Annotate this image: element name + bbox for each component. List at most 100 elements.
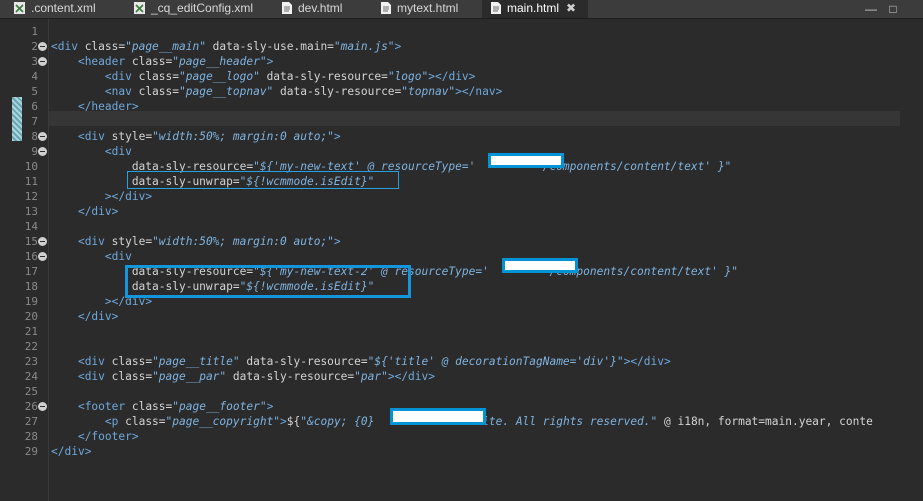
line-number: 27 [24,415,38,428]
code-text: <div style="width:50%; margin:0 auto;"> [77,130,341,143]
highlight-box [127,171,399,189]
line-number: 4 [31,70,38,83]
code-text: </div> [51,445,92,458]
redaction-box [488,153,564,168]
code-text: <div [104,145,132,158]
code-line[interactable]: 23 <div class="page__title" data-sly-res… [0,354,923,369]
line-number: 13 [24,205,38,218]
line-number: 21 [24,325,38,338]
line-number: 5 [31,85,38,98]
highlight-box [125,265,411,298]
code-line[interactable]: 24 <div class="page__par" data-sly-resou… [0,369,923,384]
editor-tab-bar: .content.xml _cq_editConfig.xml dev.html… [0,0,923,19]
html-file-icon [380,2,391,14]
redaction-box [502,258,578,273]
line-number: 8 [31,130,38,143]
code-text: <div class="page__title" data-sly-resour… [77,355,671,368]
line-number: 15 [24,235,38,248]
code-text: </header> [77,100,139,113]
line-number: 25 [24,385,38,398]
fold-toggle-icon[interactable] [38,402,47,411]
tab-cq-editconfig-xml[interactable]: _cq_editConfig.xml [134,0,268,18]
line-number: 3 [31,55,38,68]
line-number: 18 [24,280,38,293]
line-number: 1 [31,25,38,38]
tab-label: main.html [507,1,560,15]
code-line[interactable]: 12 ></div> [0,189,923,204]
line-number: 22 [24,340,38,353]
line-number: 11 [24,175,38,188]
code-text: </div> [77,310,119,323]
code-line[interactable]: 7 [0,114,923,129]
code-line[interactable]: 5 <nav class="page__topnav" data-sly-res… [0,84,923,99]
line-number: 16 [24,250,38,263]
code-line[interactable]: 21 [0,324,923,339]
code-text: <div class="page__par" data-sly-resource… [77,370,436,383]
code-line[interactable]: 29 </div> [0,444,923,459]
code-text: <div style="width:50%; margin:0 auto;"> [77,235,341,248]
tab-label: .content.xml [31,1,96,15]
tab-content-xml[interactable]: .content.xml [14,0,124,18]
fold-toggle-icon[interactable] [38,132,47,141]
tab-dev-html[interactable]: dev.html [281,0,371,18]
code-text: </div> [77,205,119,218]
fold-toggle-icon[interactable] [38,147,47,156]
line-number: 10 [24,160,38,173]
code-line[interactable]: 9 <div [0,144,923,159]
code-line[interactable]: 28 </footer> [0,429,923,444]
line-number: 29 [24,445,38,458]
line-number: 9 [31,145,38,158]
line-number: 14 [24,220,38,233]
redaction-box [390,408,486,425]
tab-mytext-html[interactable]: mytext.html [380,0,480,18]
fold-toggle-icon[interactable] [38,42,47,51]
html-file-icon [490,2,501,14]
code-text: </footer> [77,430,139,443]
line-number: 20 [24,310,38,323]
html-file-icon [281,2,292,14]
close-icon[interactable]: ✖ [566,1,576,15]
xml-file-icon [14,2,25,14]
minimize-button[interactable]: — [861,0,881,18]
fold-toggle-icon[interactable] [38,237,47,246]
code-line[interactable]: 20 </div> [0,309,923,324]
line-number: 12 [24,190,38,203]
code-text: <div [104,250,132,263]
code-line[interactable]: 1 [0,24,923,39]
line-number: 26 [24,400,38,413]
tab-label: _cq_editConfig.xml [151,1,254,15]
code-line[interactable]: 25 [0,384,923,399]
code-line[interactable]: 6 </header> [0,99,923,114]
code-text: ></div> [104,190,153,203]
code-line[interactable]: 16 <div [0,249,923,264]
code-line[interactable]: 2 <div class="page__main" data-sly-use.ma… [0,39,923,54]
code-line[interactable]: 15 <div style="width:50%; margin:0 auto;… [0,234,923,249]
fold-toggle-icon[interactable] [38,57,47,66]
maximize-button[interactable]: □ [883,0,903,18]
fold-toggle-icon[interactable] [38,252,47,261]
code-line[interactable]: 14 [0,219,923,234]
code-line[interactable]: 13 </div> [0,204,923,219]
code-line[interactable]: 22 [0,339,923,354]
code-line[interactable]: 3 <header class="page__header"> [0,54,923,69]
code-editor[interactable]: 1 2 <div class="page__main" data-sly-use.m… [0,19,923,501]
tab-label: dev.html [298,1,343,15]
code-text: <div class="page__main" data-sly-use.mai… [51,40,402,53]
line-number: 23 [24,355,38,368]
code-line[interactable]: 8 <div style="width:50%; margin:0 auto;"… [0,129,923,144]
code-text: <nav class="page__topnav" data-sly-resou… [104,85,503,98]
xml-file-icon [134,2,145,14]
tab-label: mytext.html [397,1,459,15]
code-text: <footer class="page__footer"> [77,400,274,413]
code-line[interactable]: 4 <div class="page__logo" data-sly-resou… [0,69,923,84]
vertical-scrollbar[interactable] [900,19,923,501]
line-number: 17 [24,265,38,278]
line-number: 2 [31,40,38,53]
line-number: 19 [24,295,38,308]
line-number: 7 [31,115,38,128]
line-number: 24 [24,370,38,383]
tab-main-html[interactable]: main.html ✖ [482,0,588,18]
line-number: 6 [31,100,38,113]
code-text: <header class="page__header"> [77,55,274,68]
code-text: <div class="page__logo" data-sly-resourc… [104,70,476,83]
